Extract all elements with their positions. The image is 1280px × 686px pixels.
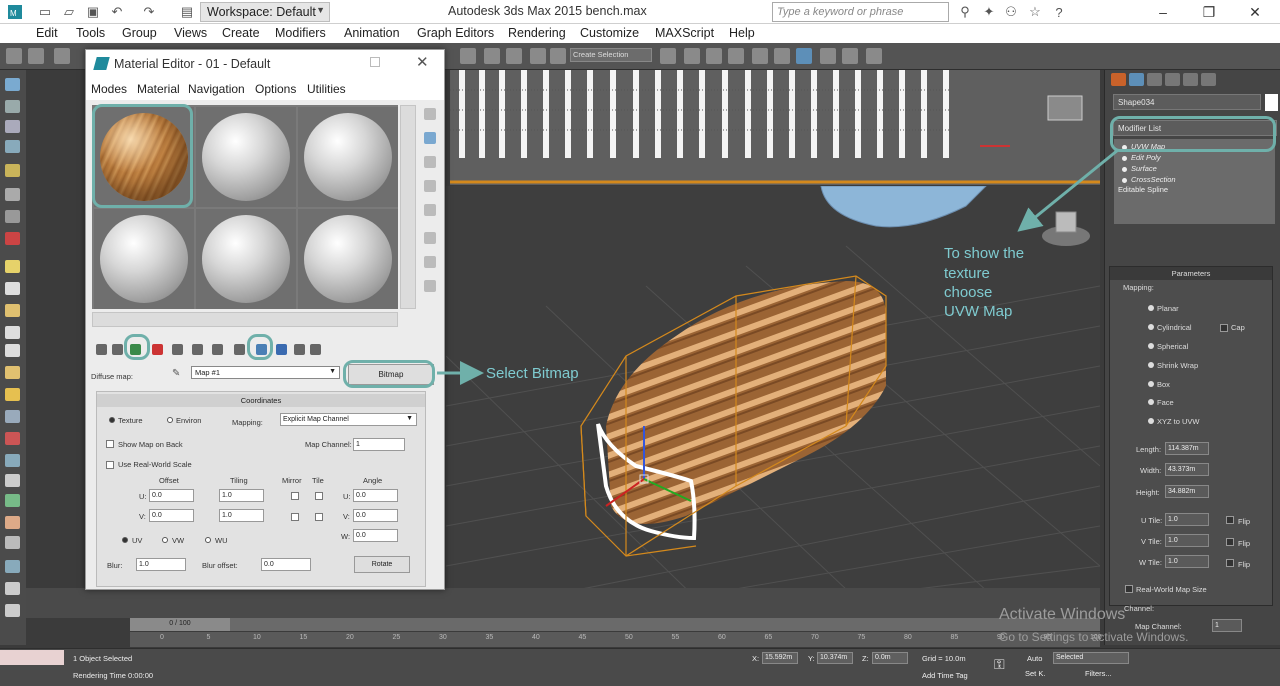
ruler-tick-label: 10 (253, 634, 261, 641)
ruler-tick-label: 5 (206, 634, 211, 641)
track-bar[interactable]: 0 5 10 15 20 25 30 35 40 45 50 55 60 65 70 75 80 85 90 95 10… (130, 632, 1102, 647)
ruler-tick-label: 80 (904, 634, 912, 641)
z-coord-field[interactable]: 0.0m (872, 652, 908, 664)
uvw-hint-line-2: texture (944, 265, 990, 282)
maxscript-listener-field[interactable] (0, 650, 64, 665)
uvw-hint-line-3: choose (944, 284, 993, 301)
ruler-tick-label: 35 (485, 634, 494, 641)
ruler-tick-label: 85 (950, 634, 959, 641)
ruler-tick-label: 45 (578, 634, 587, 641)
selection-status: 1 Object Selected (73, 654, 133, 663)
y-coord-label: Y: (808, 654, 815, 663)
grid-size: Grid = 10.0m (922, 654, 966, 663)
key-filter-dropdown[interactable]: Selected (1053, 652, 1129, 664)
key-icon[interactable]: ⚿ (994, 656, 1005, 673)
select-bitmap-annotation: Select Bitmap (486, 365, 579, 382)
activate-windows-title: Activate Windows (999, 606, 1126, 623)
ruler-tick-label: 25 (392, 634, 401, 641)
ruler-tick-label: 50 (625, 634, 633, 641)
z-coord-label: Z: (862, 654, 869, 663)
ruler-tick-label: 55 (671, 634, 680, 641)
ruler-tick-label: 40 (532, 634, 540, 641)
ruler-tick-label: 0 (160, 634, 164, 641)
rendering-time-status: Rendering Time 0:00:00 (73, 671, 154, 680)
x-coord-field[interactable]: 15.592m (762, 652, 798, 664)
ruler-tick-label: 30 (439, 634, 447, 641)
add-time-tag[interactable]: Add Time Tag (922, 671, 968, 680)
set-key-button[interactable]: Set K. (1025, 669, 1045, 678)
ruler-tick-label: 20 (346, 634, 354, 641)
key-filters-button[interactable]: Filters... (1085, 669, 1112, 678)
uvw-hint-line-1: To show the (944, 245, 1025, 262)
ruler-tick-label: 65 (764, 634, 773, 641)
annotation-arrows (437, 148, 1119, 385)
ruler-tick-label: 75 (857, 634, 866, 641)
ruler-tick-label: 70 (811, 634, 819, 641)
y-coord-field[interactable]: 10.374m (817, 652, 853, 664)
ruler-tick-label: 60 (718, 634, 726, 641)
uvw-hint-line-4: UVW Map (944, 303, 1013, 320)
x-coord-label: X: (752, 654, 760, 663)
time-slider[interactable]: 0 / 100 (130, 618, 1100, 631)
time-slider-thumb[interactable]: 0 / 100 (130, 618, 230, 631)
activate-windows-subtitle: Go to Settings to activate Windows. (999, 630, 1189, 644)
ruler-tick-label: 15 (299, 634, 308, 641)
auto-key-button[interactable]: Auto (1027, 654, 1042, 663)
